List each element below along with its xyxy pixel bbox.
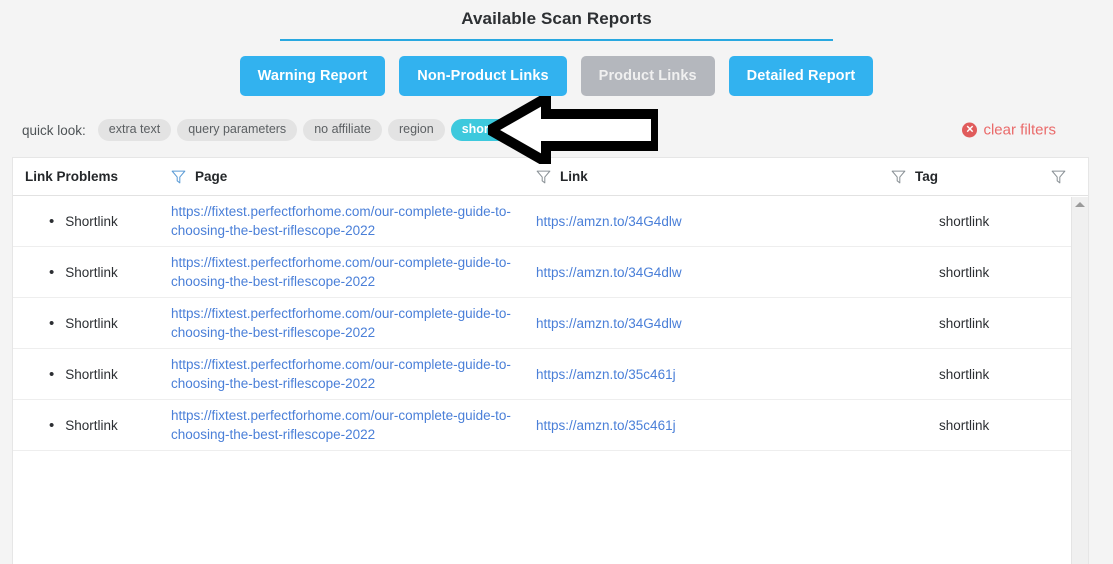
page-url-link[interactable]: https://fixtest.perfectforhome.com/our-c… — [171, 304, 524, 342]
clear-filters-label: clear filters — [983, 121, 1056, 139]
column-header-tag-label: Tag — [915, 169, 938, 184]
cell-tag: shortlink — [939, 417, 990, 433]
page-url-link[interactable]: https://fixtest.perfectforhome.com/our-c… — [171, 202, 524, 240]
table-row[interactable]: • Shortlink https://fixtest.perfectforho… — [13, 400, 1088, 451]
column-header-link-problems[interactable]: Link Problems — [19, 169, 171, 184]
filter-funnel-icon[interactable] — [171, 170, 186, 184]
table-row[interactable]: • Shortlink https://fixtest.perfectforho… — [13, 196, 1088, 247]
title-underline — [280, 39, 833, 41]
target-url-link[interactable]: https://amzn.to/34G4dlw — [536, 314, 682, 333]
target-url-link[interactable]: https://amzn.to/35c461j — [536, 416, 676, 435]
link-problem-label: Shortlink — [65, 366, 118, 382]
link-problem-label: Shortlink — [65, 213, 118, 229]
non-product-links-button[interactable]: Non-Product Links — [399, 56, 567, 96]
cell-link-problems: • Shortlink — [19, 213, 171, 230]
link-problem-label: Shortlink — [65, 315, 118, 331]
cell-link: https://amzn.to/34G4dlw — [536, 263, 891, 282]
bullet-icon: • — [49, 365, 55, 383]
link-problem-label: Shortlink — [65, 264, 118, 280]
page-title: Available Scan Reports — [461, 9, 652, 28]
cell-link-problems: • Shortlink — [19, 417, 171, 434]
table-header-row: Link Problems Page Link Tag — [13, 158, 1088, 196]
table-body: • Shortlink https://fixtest.perfectforho… — [13, 196, 1088, 564]
bullet-icon: • — [49, 314, 55, 332]
quick-look-pill-region[interactable]: region — [387, 119, 445, 141]
detailed-report-button[interactable]: Detailed Report — [728, 56, 874, 96]
cell-link: https://amzn.to/34G4dlw — [536, 314, 891, 333]
cell-link-problems: • Shortlink — [19, 315, 171, 332]
cell-page: https://fixtest.perfectforhome.com/our-c… — [171, 202, 536, 240]
cell-page: https://fixtest.perfectforhome.com/our-c… — [171, 253, 536, 291]
bullet-icon: • — [49, 263, 55, 281]
cell-page: https://fixtest.perfectforhome.com/our-c… — [171, 406, 536, 444]
warning-report-button[interactable]: Warning Report — [239, 56, 386, 96]
table-row[interactable]: • Shortlink https://fixtest.perfectforho… — [13, 349, 1088, 400]
product-links-button[interactable]: Product Links — [580, 56, 715, 96]
quick-look-pill-no-affiliate[interactable]: no affiliate — [303, 119, 382, 141]
clear-filters-button[interactable]: ✕ clear filters — [962, 122, 1056, 139]
report-button-group: Warning Report Non-Product Links Product… — [0, 56, 1113, 96]
table-row[interactable]: • Shortlink https://fixtest.perfectforho… — [13, 298, 1088, 349]
cell-tag: shortlink — [939, 264, 990, 280]
quick-look-label: quick look: — [22, 122, 86, 138]
page-url-link[interactable]: https://fixtest.perfectforhome.com/our-c… — [171, 406, 524, 444]
column-header-link[interactable]: Link — [536, 169, 891, 184]
column-header-extra[interactable] — [1051, 170, 1088, 184]
column-header-link-label: Link — [560, 169, 588, 184]
circle-x-icon: ✕ — [962, 122, 978, 138]
scroll-up-arrow-icon[interactable] — [1075, 202, 1085, 207]
cell-link-problems: • Shortlink — [19, 366, 171, 383]
cell-tag: shortlink — [939, 213, 990, 229]
page-header: Available Scan Reports — [0, 0, 1113, 41]
cell-tag: shortlink — [939, 315, 990, 331]
page-url-link[interactable]: https://fixtest.perfectforhome.com/our-c… — [171, 355, 524, 393]
target-url-link[interactable]: https://amzn.to/35c461j — [536, 365, 676, 384]
filter-funnel-icon[interactable] — [536, 170, 551, 184]
cell-link: https://amzn.to/34G4dlw — [536, 212, 891, 231]
cell-link-problems: • Shortlink — [19, 264, 171, 281]
scan-results-table: Link Problems Page Link Tag • Shortlink … — [12, 157, 1089, 564]
filter-funnel-icon[interactable] — [1051, 170, 1066, 184]
target-url-link[interactable]: https://amzn.to/34G4dlw — [536, 212, 682, 231]
cell-page: https://fixtest.perfectforhome.com/our-c… — [171, 304, 536, 342]
column-header-page[interactable]: Page — [171, 169, 536, 184]
column-header-tag[interactable]: Tag — [891, 169, 1051, 184]
cell-link: https://amzn.to/35c461j — [536, 365, 891, 384]
cell-page: https://fixtest.perfectforhome.com/our-c… — [171, 355, 536, 393]
filter-funnel-icon[interactable] — [891, 170, 906, 184]
column-header-page-label: Page — [195, 169, 228, 184]
bullet-icon: • — [49, 416, 55, 434]
bullet-icon: • — [49, 212, 55, 230]
quick-look-filter-bar: quick look: extra text query parameters … — [0, 117, 1113, 143]
page-url-link[interactable]: https://fixtest.perfectforhome.com/our-c… — [171, 253, 524, 291]
quick-look-pill-query-parameters[interactable]: query parameters — [177, 119, 298, 141]
link-problem-label: Shortlink — [65, 417, 118, 433]
quick-look-pill-extra-text[interactable]: extra text — [97, 119, 172, 141]
vertical-scrollbar[interactable] — [1071, 197, 1088, 564]
cell-tag: shortlink — [939, 366, 990, 382]
column-header-link-problems-label: Link Problems — [25, 169, 119, 184]
table-row[interactable]: • Shortlink https://fixtest.perfectforho… — [13, 247, 1088, 298]
cell-link: https://amzn.to/35c461j — [536, 416, 891, 435]
target-url-link[interactable]: https://amzn.to/34G4dlw — [536, 263, 682, 282]
quick-look-pill-shortlink[interactable]: shortlink — [450, 119, 526, 141]
